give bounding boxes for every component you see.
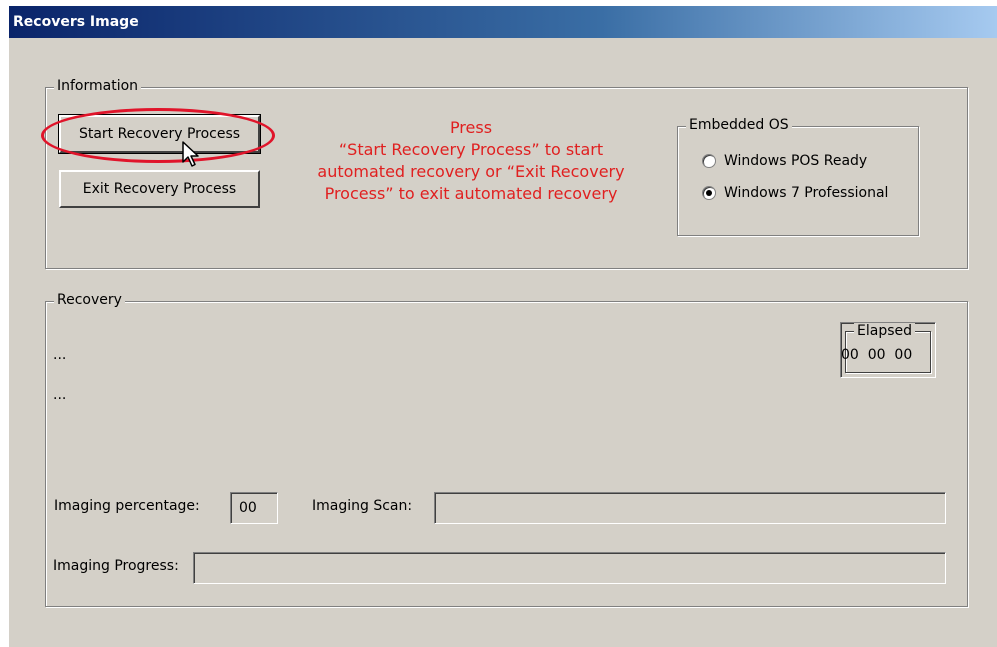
recovery-group: Recovery ... ... Elapsed 00 00 00 Imagin… <box>45 292 968 607</box>
exit-recovery-label: Exit Recovery Process <box>82 181 237 197</box>
recovery-status-line: ... <box>53 347 67 363</box>
information-group: Information Start Recovery Process Exit … <box>41 78 968 269</box>
exit-recovery-button[interactable]: Exit Recovery Process <box>59 170 260 208</box>
start-recovery-button[interactable]: Start Recovery Process <box>58 114 261 154</box>
instruction-line: “Start Recovery Process” to start <box>338 140 604 159</box>
window-title: Recovers Image <box>13 14 139 30</box>
recovery-legend: Recovery <box>54 292 125 308</box>
recovery-status-line: ... <box>53 387 67 403</box>
radio-label: Windows POS Ready <box>724 153 868 169</box>
instruction-line: automated recovery or “Exit Recovery <box>317 162 625 181</box>
imaging-percentage-field: 00 <box>230 492 278 524</box>
radio-button-icon[interactable] <box>702 154 716 168</box>
recovery-window: Recovers Image Information Start Recover… <box>7 6 997 647</box>
instruction-line: Press <box>449 118 493 137</box>
imaging-scan-field <box>434 492 946 524</box>
title-bar[interactable]: Recovers Image <box>9 6 997 38</box>
imaging-scan-label: Imaging Scan: <box>312 498 413 514</box>
imaging-progress-bar <box>193 552 946 584</box>
start-recovery-label: Start Recovery Process <box>78 126 241 142</box>
instruction-text: Press “Start Recovery Process” to start … <box>301 117 641 205</box>
radio-windows-pos-ready[interactable]: Windows POS Ready <box>702 153 867 169</box>
embedded-os-legend: Embedded OS <box>686 117 792 133</box>
imaging-percentage-value: 00 <box>239 500 257 516</box>
instruction-line: Process” to exit automated recovery <box>324 184 618 203</box>
elapsed-box: Elapsed 00 00 00 <box>840 322 936 378</box>
radio-windows-7-professional[interactable]: Windows 7 Professional <box>702 185 888 201</box>
elapsed-inner: Elapsed 00 00 00 <box>841 323 931 373</box>
mouse-cursor-icon <box>182 141 199 167</box>
embedded-os-group: Embedded OS Windows POS Ready Windows 7 … <box>677 117 919 236</box>
elapsed-legend: Elapsed <box>854 323 915 339</box>
imaging-percentage-label: Imaging percentage: <box>54 498 200 514</box>
information-legend: Information <box>54 78 142 94</box>
radio-button-selected-icon[interactable] <box>702 186 716 200</box>
imaging-progress-label: Imaging Progress: <box>53 558 179 574</box>
radio-label: Windows 7 Professional <box>724 185 889 201</box>
elapsed-time: 00 00 00 <box>841 347 913 363</box>
